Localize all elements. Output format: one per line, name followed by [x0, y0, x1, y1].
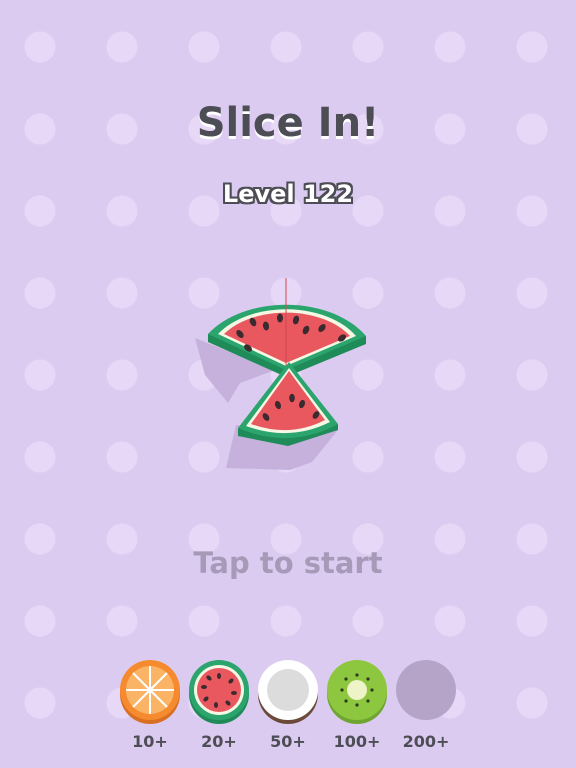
fruit-milestones [120, 660, 456, 724]
orange-milestone-icon[interactable] [120, 660, 180, 724]
milestone-label: 200+ [402, 732, 450, 751]
kiwi-milestone-icon[interactable] [327, 660, 387, 724]
milestone-label: 20+ [201, 732, 237, 751]
watermelon-milestone-icon[interactable] [189, 660, 249, 724]
coconut-milestone-icon[interactable] [258, 660, 318, 724]
milestone-label: 100+ [333, 732, 381, 751]
locked-milestone-icon[interactable] [396, 660, 456, 720]
milestone-label: 10+ [132, 732, 168, 751]
milestone-label: 50+ [270, 732, 306, 751]
